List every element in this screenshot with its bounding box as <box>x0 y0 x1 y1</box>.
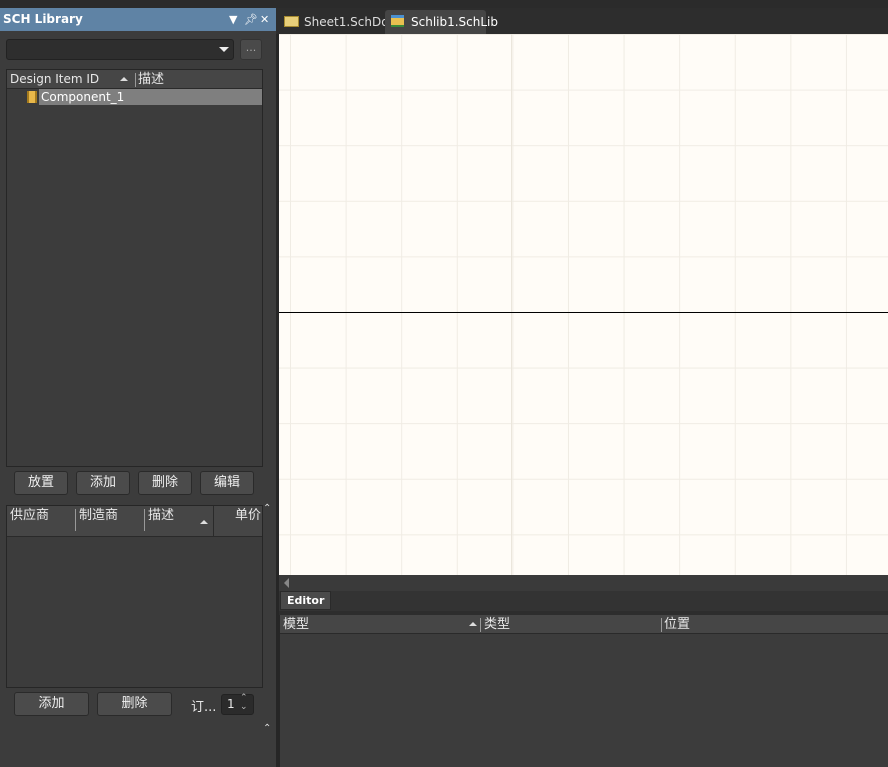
table-header: Design Item ID 描述 <box>7 70 262 89</box>
column-divider[interactable] <box>144 509 145 531</box>
column-location[interactable]: 位置 <box>662 615 690 634</box>
order-value: 1 <box>227 697 235 711</box>
scroll-left-icon[interactable] <box>284 578 289 588</box>
column-divider[interactable] <box>213 506 214 537</box>
panel-menu-icon[interactable]: ▼ <box>229 8 237 31</box>
schdoc-icon <box>284 16 299 27</box>
components-table: Design Item ID 描述 Component_1 <box>6 69 263 467</box>
stepper-down-icon[interactable]: ⌄ <box>240 702 248 712</box>
table-row[interactable]: Component_1 <box>39 89 262 105</box>
tab-label: Schlib1.SchLib <box>411 15 499 29</box>
delete-supplier-button[interactable]: 删除 <box>97 692 172 716</box>
column-supplier[interactable]: 供应商 <box>8 506 49 525</box>
tab-schlib1-schlib[interactable]: Schlib1.SchLib <box>385 10 498 34</box>
tab-editor[interactable]: Editor <box>280 591 332 610</box>
column-divider[interactable] <box>75 509 76 531</box>
tab-label: Sheet1.SchDoc <box>304 15 396 29</box>
document-tabs: Sheet1.SchDoc Schlib1.SchLib <box>276 8 888 34</box>
column-design-item-id[interactable]: Design Item ID <box>8 70 99 89</box>
column-model[interactable]: 模型 <box>281 615 309 634</box>
edit-component-button[interactable]: 编辑 <box>200 471 254 495</box>
column-description[interactable]: 描述 <box>146 506 174 525</box>
schematic-canvas[interactable] <box>279 34 888 575</box>
place-button[interactable]: 放置 <box>14 471 68 495</box>
editor-tabstrip <box>279 591 888 611</box>
column-description[interactable]: 描述 <box>136 70 164 89</box>
column-type[interactable]: 类型 <box>482 615 510 634</box>
sort-asc-icon <box>469 622 477 626</box>
table-header: 供应商 制造商 描述 单价 <box>7 506 262 537</box>
component-icon <box>27 91 37 103</box>
sort-asc-icon <box>120 77 128 81</box>
delete-component-button[interactable]: 删除 <box>138 471 192 495</box>
supplier-table: 供应商 制造商 描述 单价 <box>6 505 263 688</box>
pin-icon[interactable]: 📌︎ <box>244 8 258 31</box>
collapse-up-icon[interactable]: ⌃ <box>263 503 271 514</box>
table-header: 模型 类型 位置 <box>280 615 888 634</box>
order-quantity-stepper[interactable]: 1 ⌃ ⌄ <box>221 693 254 715</box>
collapse-up-icon[interactable]: ⌃ <box>263 723 271 734</box>
sort-asc-icon <box>200 520 208 524</box>
close-icon[interactable]: ✕ <box>260 8 269 31</box>
canvas-axis-horizontal <box>279 312 888 313</box>
schlib-icon <box>391 15 404 27</box>
chevron-down-icon <box>219 47 229 52</box>
browse-button[interactable]: ... <box>240 39 262 60</box>
canvas-axis-vertical <box>511 34 512 575</box>
horizontal-scrollbar[interactable] <box>279 575 888 591</box>
column-divider[interactable] <box>480 618 481 632</box>
add-supplier-button[interactable]: 添加 <box>14 692 89 716</box>
top-bar <box>0 0 888 8</box>
filter-dropdown[interactable] <box>6 39 234 60</box>
column-unit-price[interactable]: 单价 <box>233 506 261 525</box>
models-table: 模型 类型 位置 <box>279 615 888 767</box>
column-manufacturer[interactable]: 制造商 <box>77 506 118 525</box>
add-component-button[interactable]: 添加 <box>76 471 130 495</box>
order-label: 订... <box>191 700 217 715</box>
component-id: Component_1 <box>41 90 125 104</box>
tab-sheet1-schdoc[interactable]: Sheet1.SchDoc <box>278 10 395 34</box>
